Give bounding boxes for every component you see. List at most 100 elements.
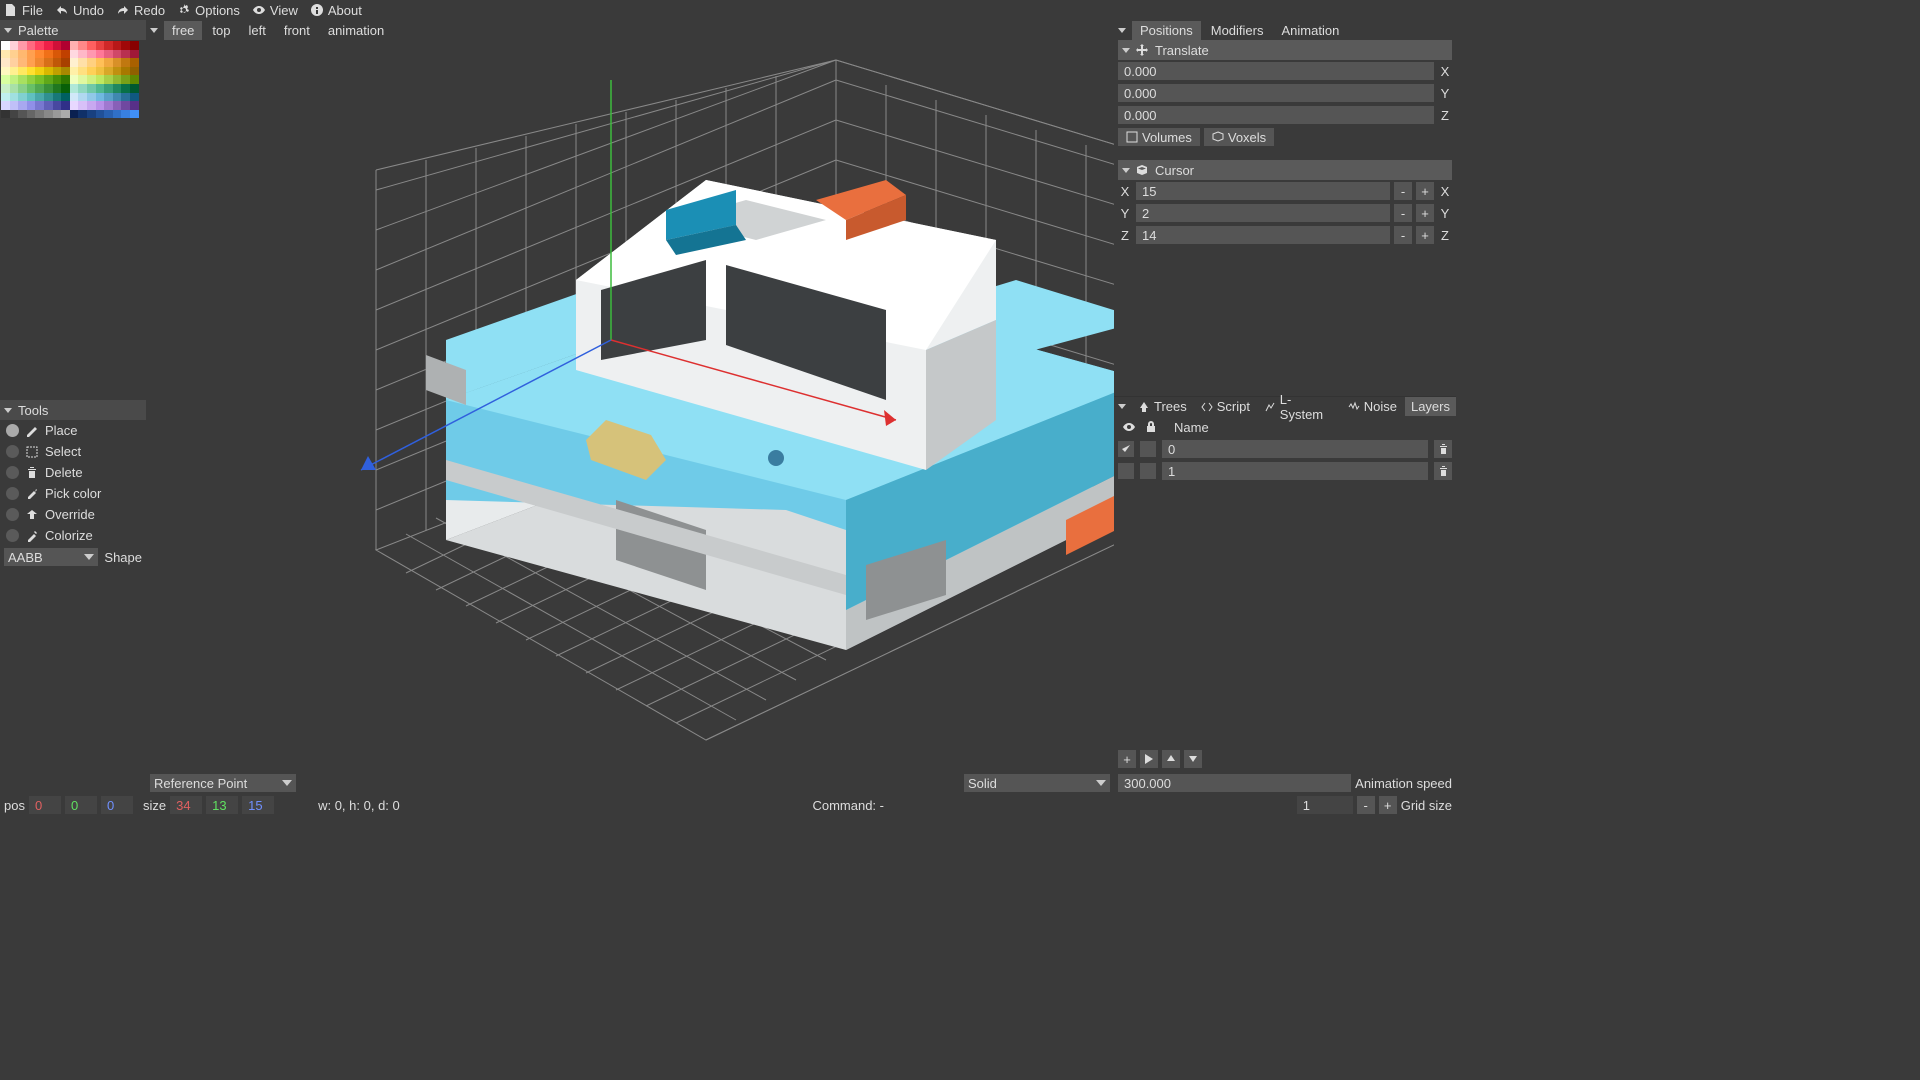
palette-swatch[interactable] [1,110,10,119]
palette-swatch[interactable] [61,41,70,50]
palette-swatch[interactable] [78,67,87,76]
cursor-x-dec[interactable]: - [1394,182,1412,200]
cursor-x-inc[interactable]: + [1416,182,1434,200]
palette-swatch[interactable] [70,101,79,110]
palette-swatch[interactable] [121,41,130,50]
palette-swatch[interactable] [35,93,44,102]
cursor-y-dec[interactable]: - [1394,204,1412,222]
palette-swatch[interactable] [35,67,44,76]
palette-swatch[interactable] [96,84,105,93]
mid-tab-noise[interactable]: Noise [1342,397,1403,416]
layer-lock-check[interactable] [1140,441,1156,457]
palette-swatch[interactable] [18,84,27,93]
palette-swatch[interactable] [104,41,113,50]
palette-swatch[interactable] [121,50,130,59]
translate-x-input[interactable]: 0.000 [1118,62,1434,80]
palette-swatch[interactable] [78,50,87,59]
palette-swatch[interactable] [53,67,62,76]
palette-swatch[interactable] [113,50,122,59]
palette-swatch[interactable] [53,93,62,102]
palette-swatch[interactable] [44,75,53,84]
menu-redo[interactable]: Redo [116,3,165,18]
palette-swatch[interactable] [87,58,96,67]
palette-swatch[interactable] [10,50,19,59]
menu-undo[interactable]: Undo [55,3,104,18]
cursor-header[interactable]: Cursor [1118,160,1452,180]
palette-swatch[interactable] [121,93,130,102]
view-tab-animation[interactable]: animation [320,21,392,40]
palette-swatch[interactable] [27,84,36,93]
palette-swatch[interactable] [10,75,19,84]
palette-swatch[interactable] [27,101,36,110]
tool-colorize[interactable]: Colorize [0,525,146,546]
palette-swatch[interactable] [113,84,122,93]
palette-swatch[interactable] [10,110,19,119]
palette-swatch[interactable] [104,67,113,76]
palette-swatch[interactable] [78,75,87,84]
palette-swatch[interactable] [61,75,70,84]
palette-swatch[interactable] [70,67,79,76]
palette-swatch[interactable] [27,50,36,59]
palette-swatch[interactable] [96,75,105,84]
palette-swatch[interactable] [44,50,53,59]
palette-swatch[interactable] [44,93,53,102]
palette-swatch[interactable] [130,67,139,76]
palette-swatch[interactable] [87,50,96,59]
cursor-z-dec[interactable]: - [1394,226,1412,244]
palette-swatch[interactable] [10,93,19,102]
palette-swatch[interactable] [27,75,36,84]
palette-swatch[interactable] [35,75,44,84]
palette-swatch[interactable] [130,50,139,59]
mid-tabs-menu-icon[interactable] [1118,404,1126,409]
menu-file[interactable]: File [4,3,43,18]
color-palette[interactable] [0,40,146,394]
palette-swatch[interactable] [70,93,79,102]
layer-name-input[interactable]: 1 [1162,462,1428,480]
cursor-y-input[interactable]: 2 [1136,204,1390,222]
palette-swatch[interactable] [96,41,105,50]
palette-swatch[interactable] [78,101,87,110]
palette-swatch[interactable] [61,67,70,76]
palette-swatch[interactable] [27,67,36,76]
palette-swatch[interactable] [113,58,122,67]
palette-swatch[interactable] [44,110,53,119]
palette-swatch[interactable] [104,84,113,93]
palette-swatch[interactable] [61,84,70,93]
palette-swatch[interactable] [113,93,122,102]
layer-play-button[interactable] [1140,750,1158,768]
palette-swatch[interactable] [53,50,62,59]
layer-down-button[interactable] [1184,750,1202,768]
translate-y-input[interactable]: 0.000 [1118,84,1434,102]
palette-swatch[interactable] [61,58,70,67]
palette-swatch[interactable] [18,93,27,102]
palette-swatch[interactable] [113,110,122,119]
palette-swatch[interactable] [87,101,96,110]
palette-swatch[interactable] [53,110,62,119]
menu-options[interactable]: Options [177,3,240,18]
palette-swatch[interactable] [35,110,44,119]
palette-swatch[interactable] [113,101,122,110]
mid-tab-script[interactable]: Script [1195,397,1256,416]
view-tab-top[interactable]: top [204,21,238,40]
palette-swatch[interactable] [121,101,130,110]
palette-swatch[interactable] [70,84,79,93]
cursor-z-inc[interactable]: + [1416,226,1434,244]
palette-swatch[interactable] [70,58,79,67]
tool-pick-color[interactable]: Pick color [0,483,146,504]
palette-swatch[interactable] [130,58,139,67]
palette-swatch[interactable] [18,101,27,110]
refpoint-dropdown[interactable]: Reference Point [150,774,296,792]
palette-swatch[interactable] [121,110,130,119]
view-tabs-menu-icon[interactable] [150,28,158,33]
palette-swatch[interactable] [121,84,130,93]
palette-swatch[interactable] [121,67,130,76]
palette-swatch[interactable] [35,101,44,110]
cursor-y-inc[interactable]: + [1416,204,1434,222]
palette-swatch[interactable] [18,50,27,59]
right-tab-modifiers[interactable]: Modifiers [1203,21,1272,40]
palette-swatch[interactable] [1,75,10,84]
palette-swatch[interactable] [78,93,87,102]
palette-swatch[interactable] [130,110,139,119]
anim-speed-input[interactable]: 300.000 [1118,774,1351,792]
palette-swatch[interactable] [104,75,113,84]
